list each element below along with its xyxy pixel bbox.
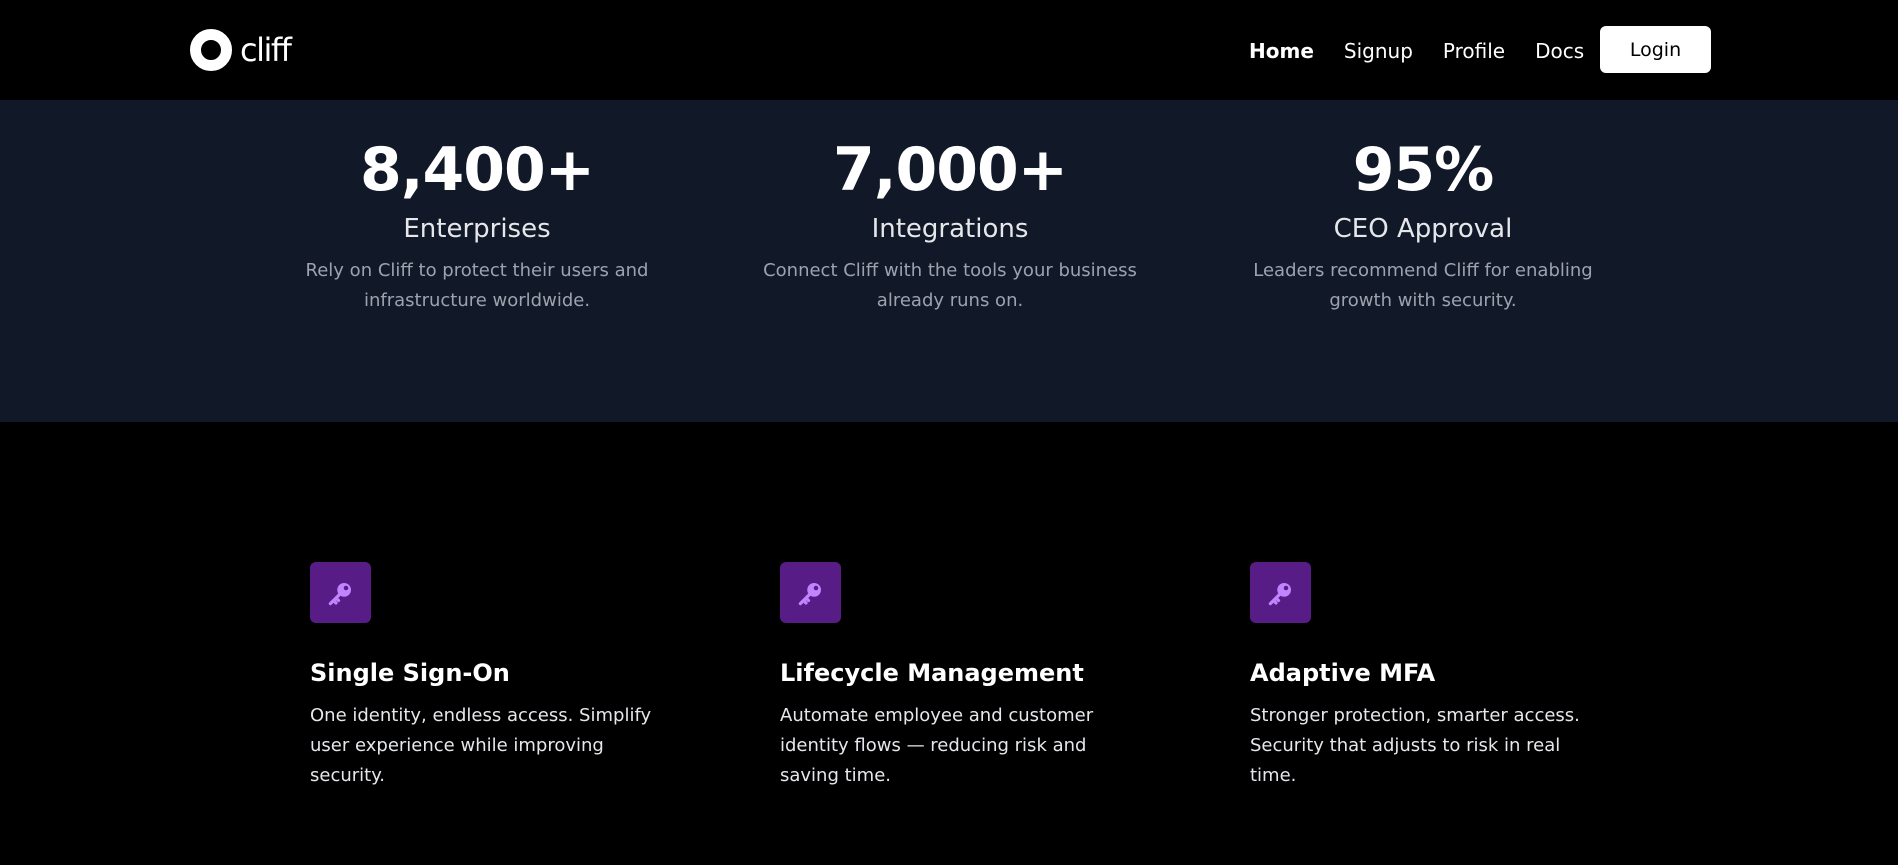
stats-section: 8,400+ Enterprises Rely on Cliff to prot… [0, 100, 1898, 422]
feature-title: Lifecycle Management [780, 659, 1084, 687]
feature-description: Automate employee and customer identity … [780, 705, 1094, 786]
stat-label: Integrations [871, 214, 1029, 244]
feature-single-sign-on: Single Sign-On One identity, endless acc… [310, 562, 670, 791]
nav-link-home[interactable]: Home [1249, 36, 1314, 66]
stat-value: 95% [1352, 135, 1495, 205]
stat-description: Connect Cliff with the tools your busine… [763, 260, 1137, 311]
stat-label: Enterprises [403, 214, 551, 244]
navbar: cliff Home Signup Profile Docs Login [0, 0, 1898, 100]
brand-name: cliff [240, 31, 292, 69]
key-icon [310, 562, 371, 623]
stat-value: 8,400+ [359, 135, 595, 205]
login-button[interactable]: Login [1600, 26, 1711, 73]
nav-links: Home Signup Profile Docs [1249, 36, 1614, 66]
stat-value: 7,000+ [832, 135, 1068, 205]
cliff-logo-icon [190, 29, 232, 71]
feature-title: Adaptive MFA [1250, 659, 1436, 687]
feature-adaptive-mfa: Adaptive MFA Stronger protection, smarte… [1250, 562, 1610, 791]
nav-link-profile[interactable]: Profile [1443, 36, 1505, 66]
page: cliff Home Signup Profile Docs Login 8,4… [0, 0, 1898, 865]
brand-logo-link[interactable]: cliff [190, 28, 292, 72]
feature-lifecycle-management: Lifecycle Management Automate employee a… [780, 562, 1140, 791]
stat-enterprises: 8,400+ Enterprises Rely on Cliff to prot… [277, 134, 677, 316]
stat-description: Rely on Cliff to protect their users and… [305, 260, 649, 311]
nav-link-docs[interactable]: Docs [1535, 36, 1584, 66]
feature-title: Single Sign-On [310, 659, 510, 687]
nav-link-signup[interactable]: Signup [1344, 36, 1413, 66]
key-icon [1250, 562, 1311, 623]
stat-integrations: 7,000+ Integrations Connect Cliff with t… [750, 134, 1150, 316]
key-icon [780, 562, 841, 623]
stat-label: CEO Approval [1333, 214, 1513, 244]
feature-description: Stronger protection, smarter access. Sec… [1250, 705, 1580, 786]
feature-description: One identity, endless access. Simplify u… [310, 705, 652, 786]
stat-ceo-approval: 95% CEO Approval Leaders recommend Cliff… [1223, 134, 1623, 316]
stat-description: Leaders recommend Cliff for enabling gro… [1253, 260, 1593, 311]
